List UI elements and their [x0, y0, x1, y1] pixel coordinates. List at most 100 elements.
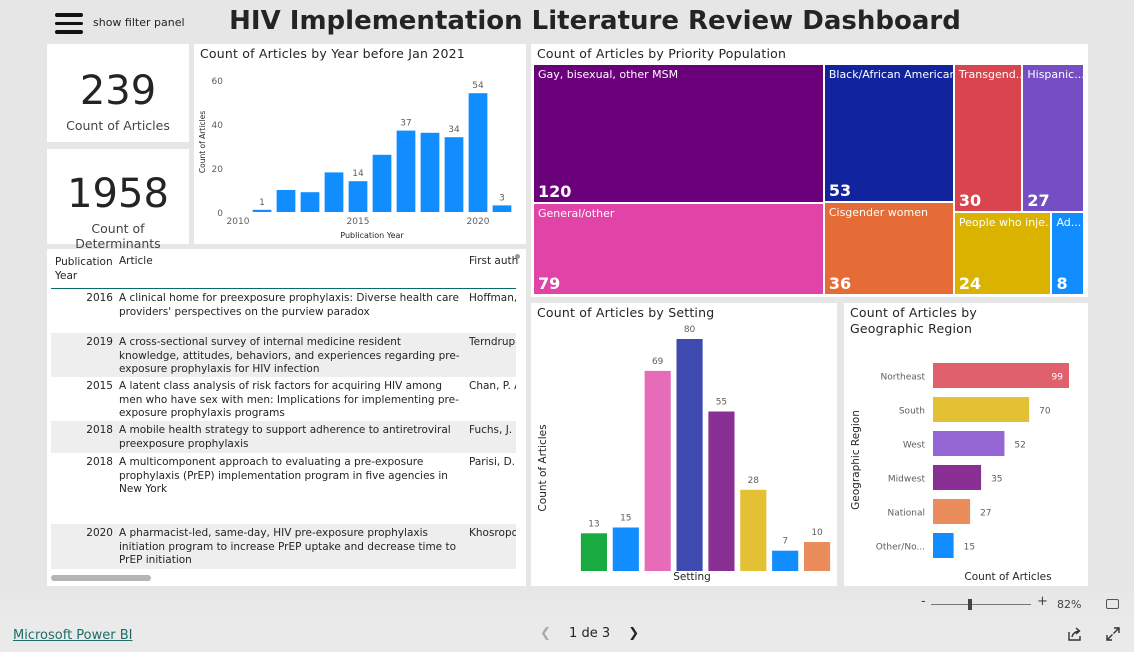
cell-author: Hoffman, — [469, 292, 516, 304]
setting-bar[interactable] — [580, 533, 608, 571]
treemap-cell-label: Transgend... — [958, 68, 1022, 81]
horizontal-scrollbar[interactable] — [51, 575, 151, 581]
setting-chart-visual[interactable]: Count of Articles by Setting 13 15 69 80 55 2… — [531, 303, 837, 586]
setting-bar[interactable] — [676, 339, 703, 571]
footer-bar: Microsoft Power BI ❮ 1 de 3 ❯ — [0, 616, 1134, 652]
setting-bar[interactable] — [612, 527, 639, 572]
region-bar[interactable] — [933, 499, 971, 524]
year-bar[interactable] — [348, 181, 368, 212]
column-header-year[interactable]: Publication Year — [55, 255, 115, 283]
year-bar[interactable] — [420, 132, 440, 212]
table-row[interactable]: 2015 A latent class analysis of risk fact… — [51, 377, 516, 421]
articles-table-visual[interactable]: Publication Year Article First auth 2016… — [47, 249, 526, 586]
year-bar[interactable] — [300, 192, 320, 212]
treemap-cell-label: People who inje... — [958, 215, 1051, 229]
year-bar[interactable] — [468, 93, 488, 212]
treemap-cell-value: 8 — [1056, 273, 1068, 293]
fit-to-page-icon[interactable] — [1106, 599, 1119, 609]
region-bar[interactable] — [933, 465, 982, 490]
priority-population-visual[interactable]: Count of Articles by Priority Population… — [531, 44, 1088, 297]
data-label: 3 — [499, 193, 505, 203]
kpi-label: Count of Articles — [66, 118, 170, 133]
setting-bar[interactable] — [740, 489, 767, 571]
treemap-cell-value: 24 — [958, 273, 982, 293]
region-bar-chart[interactable]: Northeast 99 South 70 West 52 Midwest 35 Nationa… — [844, 303, 1088, 586]
treemap-cell-value: 53 — [828, 180, 852, 200]
category-label: South — [899, 407, 925, 417]
treemap-cell[interactable]: Ad... 8 — [1052, 212, 1083, 294]
cell-article: A cross-sectional survey of internal med… — [119, 336, 460, 375]
year-bar[interactable] — [276, 190, 296, 212]
treemap-cell[interactable]: Cisgender women 36 — [824, 202, 953, 294]
year-bar[interactable] — [444, 137, 464, 212]
setting-bar[interactable] — [708, 411, 735, 572]
table-row[interactable]: 2018 A multicomponent approach to evaluat… — [51, 453, 516, 524]
region-bar[interactable] — [933, 363, 1069, 388]
column-header-article[interactable]: Article — [119, 255, 153, 267]
x-axis-title: Publication Year — [340, 231, 404, 240]
filter-panel-toggle[interactable]: show filter panel — [93, 16, 185, 29]
year-bar[interactable] — [372, 154, 392, 212]
resize-handle-icon[interactable] — [515, 254, 520, 259]
year-bar[interactable] — [252, 209, 272, 212]
table-row[interactable]: 2020 A pharmacist-led, same-day, HIV pre-… — [51, 524, 516, 569]
table-row[interactable]: 2016 A clinical home for preexposure prop… — [51, 289, 516, 333]
region-bar[interactable] — [933, 397, 1030, 422]
menu-icon[interactable] — [55, 13, 83, 35]
year-chart-visual[interactable]: Count of Articles by Year before Jan 202… — [194, 44, 526, 244]
treemap-cell[interactable]: People who inje... 24 — [954, 212, 1051, 294]
year-bar-chart[interactable]: 0 20 40 60 Count of Articles 1 14 37 34 54 3 2010 20… — [194, 44, 526, 244]
prev-page-icon[interactable]: ❮ — [540, 626, 551, 641]
cell-author: Chan, P. A — [469, 380, 516, 392]
treemap-cell[interactable]: Hispanic... 27 — [1023, 65, 1083, 211]
zoom-in-button[interactable]: + — [1037, 594, 1048, 609]
treemap-cell-label: Gay, bisexual, other MSM — [538, 68, 679, 81]
zoom-slider-thumb[interactable] — [968, 599, 972, 610]
y-axis-title: Geographic Region — [850, 410, 862, 510]
treemap-cell-label: Black/African American — [828, 68, 953, 81]
data-label: 15 — [964, 543, 975, 553]
year-bar[interactable] — [324, 172, 344, 212]
data-label: 1 — [259, 198, 265, 208]
region-bar[interactable] — [933, 431, 1005, 456]
power-bi-link[interactable]: Microsoft Power BI — [13, 628, 132, 643]
setting-bar[interactable] — [644, 370, 671, 571]
cell-article: A multicomponent approach to evaluating … — [119, 456, 448, 495]
data-label: 80 — [684, 325, 696, 335]
region-chart-visual[interactable]: Count of Articles by Geographic Region N… — [844, 303, 1088, 586]
zoom-out-button[interactable]: - — [921, 594, 926, 609]
year-bar[interactable] — [396, 130, 416, 212]
treemap-cell[interactable]: Gay, bisexual, other MSM 120 — [534, 65, 823, 203]
zoom-level: 82% — [1057, 598, 1082, 611]
next-page-icon[interactable]: ❯ — [628, 626, 639, 641]
setting-bar[interactable] — [772, 550, 799, 571]
zoom-slider-track[interactable] — [931, 604, 1031, 605]
treemap-cell[interactable]: Black/African American 53 — [824, 65, 953, 201]
x-axis-title: Count of Articles — [964, 571, 1051, 583]
priority-population-treemap[interactable]: Gay, bisexual, other MSM 120 General/other… — [534, 65, 1085, 296]
data-label: 7 — [782, 537, 788, 547]
column-header-author[interactable]: First auth — [469, 255, 518, 267]
cell-author: Khosropo — [469, 527, 516, 539]
treemap-cell-value: 36 — [828, 273, 852, 293]
treemap-cell-value: 120 — [538, 182, 572, 202]
kpi-card-articles[interactable]: 239 Count of Articles — [47, 44, 189, 142]
setting-bar-chart[interactable]: 13 15 69 80 55 28 7 10 Count of Articles Setting — [531, 303, 837, 586]
table-row[interactable]: 2019 A cross-sectional survey of internal… — [51, 333, 516, 377]
setting-bar[interactable] — [803, 542, 831, 571]
data-label: 37 — [400, 119, 411, 129]
region-bar[interactable] — [933, 533, 954, 558]
kpi-card-determinants[interactable]: 1958 Count of Determinants — [47, 149, 189, 251]
year-bar[interactable] — [492, 205, 512, 212]
cell-author: Terndrup, — [469, 336, 516, 348]
x-tick-label: 2015 — [347, 217, 370, 227]
cell-year: 2020 — [86, 527, 113, 539]
y-tick-label: 20 — [212, 165, 224, 175]
fullscreen-icon[interactable] — [1106, 627, 1120, 641]
table-row[interactable]: 2018 A mobile health strategy to support … — [51, 421, 516, 453]
data-label: 13 — [588, 519, 599, 529]
share-icon[interactable] — [1067, 627, 1083, 641]
treemap-cell[interactable]: General/other 79 — [534, 204, 823, 294]
cell-article: A pharmacist-led, same-day, HIV pre-expo… — [119, 527, 457, 566]
treemap-cell[interactable]: Transgend... 30 — [954, 65, 1022, 211]
